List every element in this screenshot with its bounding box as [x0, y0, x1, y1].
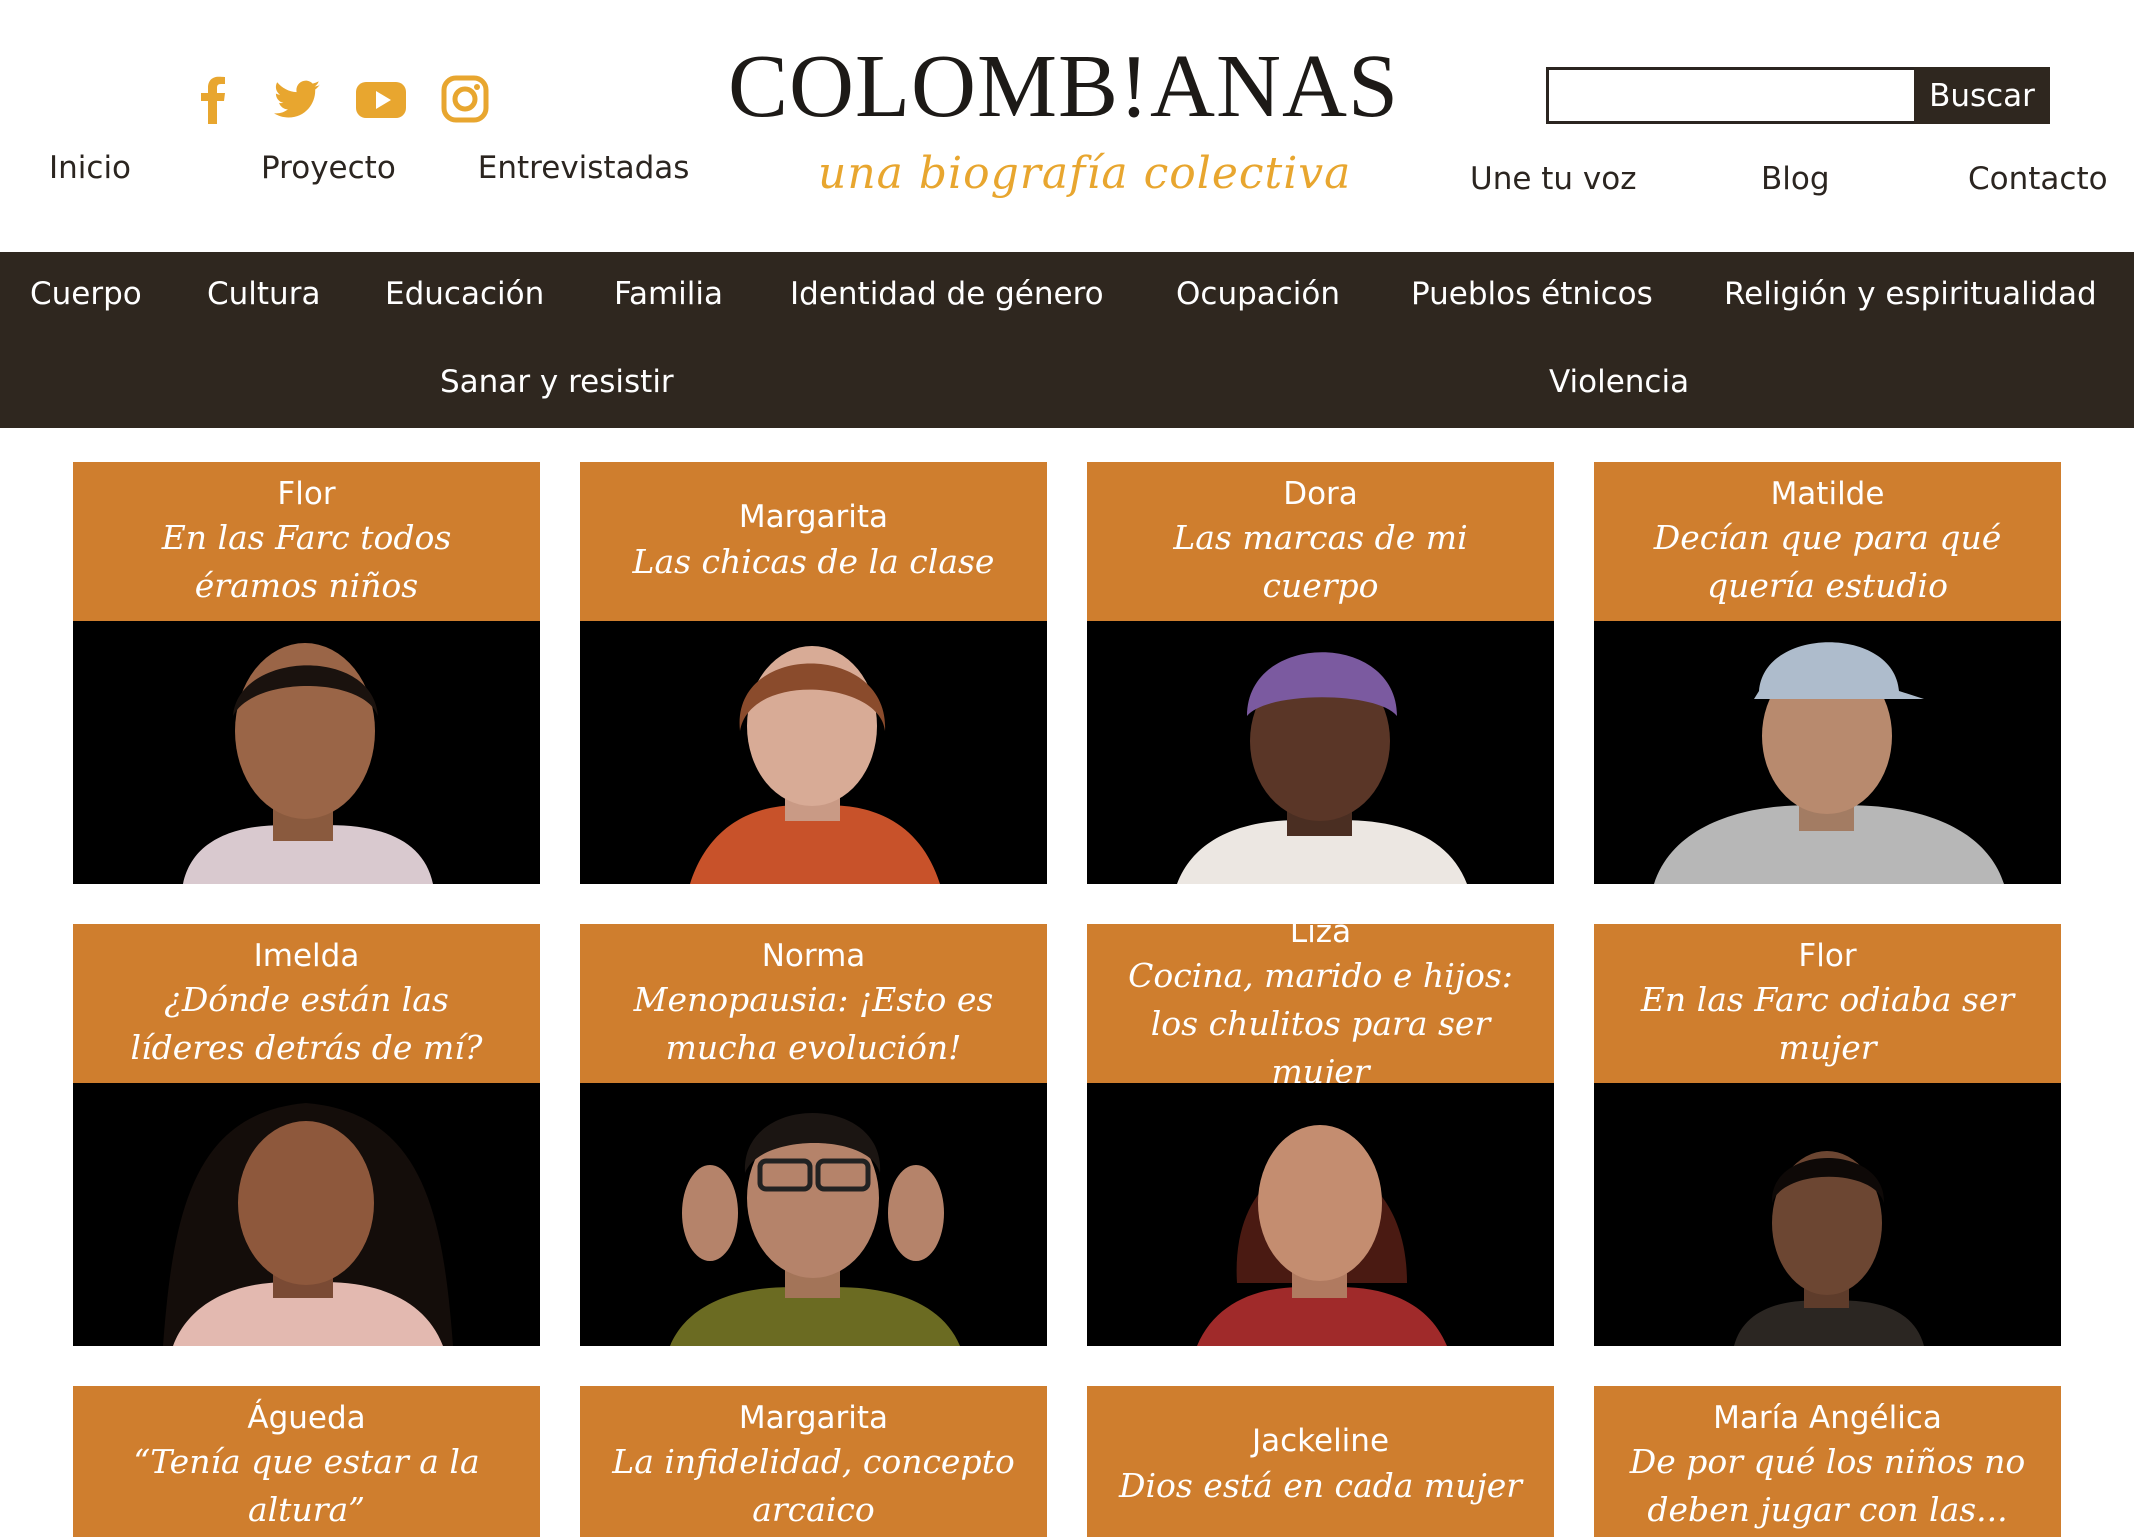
portrait-photo	[1594, 1083, 2061, 1346]
card-name: Norma	[761, 937, 866, 974]
interview-card[interactable]: Liza Cocina, marido e hijos: los chulito…	[1087, 924, 1554, 1346]
nav-link-inicio[interactable]: Inicio	[49, 150, 131, 186]
category-cuerpo[interactable]: Cuerpo	[30, 276, 142, 312]
nav-link-blog[interactable]: Blog	[1761, 161, 1830, 197]
category-violencia[interactable]: Violencia	[1549, 364, 1689, 400]
card-quote: Las marcas de mi cuerpo	[1173, 517, 1468, 605]
nav-link-entrevistadas[interactable]: Entrevistadas	[478, 150, 690, 186]
portrait-photo	[580, 621, 1047, 884]
interview-card[interactable]: Jackeline Dios está en cada mujer	[1087, 1386, 1554, 1537]
portrait-photo	[1087, 621, 1554, 884]
card-name: Dora	[1283, 475, 1358, 512]
interview-card[interactable]: Dora Las marcas de mi cuerpo	[1087, 462, 1554, 884]
category-religion[interactable]: Religión y espiritualidad	[1724, 276, 2097, 312]
interview-card[interactable]: Flor En las Farc todos éramos niños	[73, 462, 540, 884]
interview-card[interactable]: Imelda ¿Dónde están las líderes detrás d…	[73, 924, 540, 1346]
card-name: María Angélica	[1713, 1399, 1942, 1436]
card-caption: Flor En las Farc todos éramos niños	[73, 462, 540, 621]
card-quote: Dios está en cada mujer	[1119, 1465, 1522, 1505]
card-name: Flor	[277, 475, 336, 512]
category-educacion[interactable]: Educación	[385, 276, 544, 312]
social-links	[186, 72, 492, 126]
interview-card[interactable]: Margarita La infidelidad, concepto arcai…	[580, 1386, 1047, 1537]
search-button[interactable]: Buscar	[1914, 67, 2050, 124]
card-caption: Dora Las marcas de mi cuerpo	[1087, 462, 1554, 621]
portrait-photo	[1594, 621, 2061, 884]
card-name: Jackeline	[1251, 1423, 1390, 1460]
card-name: Margarita	[738, 1399, 889, 1436]
category-identidad-de-genero[interactable]: Identidad de género	[790, 276, 1104, 312]
card-caption: Flor En las Farc odiaba ser mujer	[1594, 924, 2061, 1083]
card-name: Margarita	[738, 499, 889, 536]
card-name: Águeda	[247, 1399, 366, 1436]
card-quote: En las Farc odiaba ser mujer	[1640, 979, 2015, 1067]
search-form: Buscar	[1546, 67, 2050, 124]
interview-card[interactable]: Águeda “Tenía que estar a la altura”	[73, 1386, 540, 1537]
card-quote: ¿Dónde están las líderes detrás de mí?	[130, 979, 483, 1067]
portrait-photo	[580, 1083, 1047, 1346]
portrait-photo	[73, 621, 540, 884]
logo-tagline: una biografía colectiva	[818, 148, 1352, 199]
card-caption: Imelda ¿Dónde están las líderes detrás d…	[73, 924, 540, 1083]
card-name: Liza	[1289, 924, 1352, 950]
card-caption: María Angélica De por qué los niños no d…	[1594, 1386, 2061, 1537]
card-quote: La infidelidad, concepto arcaico	[612, 1441, 1015, 1529]
card-caption: Jackeline Dios está en cada mujer	[1087, 1386, 1554, 1537]
interview-card[interactable]: Flor En las Farc odiaba ser mujer	[1594, 924, 2061, 1346]
card-caption: Águeda “Tenía que estar a la altura”	[73, 1386, 540, 1537]
nav-link-contacto[interactable]: Contacto	[1968, 161, 2108, 197]
card-quote: Decían que para qué quería estudio	[1653, 517, 2002, 605]
portrait-photo	[73, 1083, 540, 1346]
category-cultura[interactable]: Cultura	[207, 276, 320, 312]
site-header: Inicio Proyecto Entrevistadas COLOMB!ANA…	[0, 0, 2134, 252]
category-sanar-y-resistir[interactable]: Sanar y resistir	[440, 364, 674, 400]
site-logo[interactable]: COLOMB!ANAS una biografía colectiva	[728, 20, 1408, 200]
card-caption: Matilde Decían que para qué quería estud…	[1594, 462, 2061, 621]
card-quote: En las Farc todos éramos niños	[161, 517, 452, 605]
youtube-icon[interactable]	[354, 72, 408, 126]
category-bar: Cuerpo Cultura Educación Familia Identid…	[0, 252, 2134, 428]
instagram-icon[interactable]	[438, 72, 492, 126]
card-quote: Menopausia: ¡Esto es mucha evolución!	[633, 979, 994, 1067]
card-quote: Cocina, marido e hijos: los chulitos par…	[1128, 955, 1513, 1091]
logo-wordmark: COLOMB!ANAS	[728, 37, 1400, 136]
card-quote: De por qué los niños no deben jugar con …	[1629, 1441, 2026, 1529]
interview-card[interactable]: Norma Menopausia: ¡Esto es mucha evoluci…	[580, 924, 1047, 1346]
primary-nav: Inicio Proyecto Entrevistadas	[49, 150, 689, 186]
twitter-icon[interactable]	[270, 72, 324, 126]
category-familia[interactable]: Familia	[614, 276, 723, 312]
card-name: Matilde	[1770, 475, 1885, 512]
portrait-photo	[1087, 1083, 1554, 1346]
interview-card[interactable]: María Angélica De por qué los niños no d…	[1594, 1386, 2061, 1537]
card-caption: Norma Menopausia: ¡Esto es mucha evoluci…	[580, 924, 1047, 1083]
card-caption: Margarita La infidelidad, concepto arcai…	[580, 1386, 1047, 1537]
card-name: Flor	[1798, 937, 1857, 974]
nav-link-proyecto[interactable]: Proyecto	[261, 150, 396, 186]
card-caption: Margarita Las chicas de la clase	[580, 462, 1047, 621]
card-name: Imelda	[253, 937, 360, 974]
interview-card[interactable]: Margarita Las chicas de la clase	[580, 462, 1047, 884]
facebook-icon[interactable]	[186, 72, 240, 126]
interview-card[interactable]: Matilde Decían que para qué quería estud…	[1594, 462, 2061, 884]
category-ocupacion[interactable]: Ocupación	[1176, 276, 1340, 312]
card-quote: “Tenía que estar a la altura”	[133, 1441, 480, 1529]
search-input[interactable]	[1546, 67, 1914, 124]
card-quote: Las chicas de la clase	[632, 541, 995, 581]
nav-link-une-tu-voz[interactable]: Une tu voz	[1470, 161, 1637, 197]
card-caption: Liza Cocina, marido e hijos: los chulito…	[1087, 924, 1554, 1091]
category-pueblos-etnicos[interactable]: Pueblos étnicos	[1411, 276, 1653, 312]
